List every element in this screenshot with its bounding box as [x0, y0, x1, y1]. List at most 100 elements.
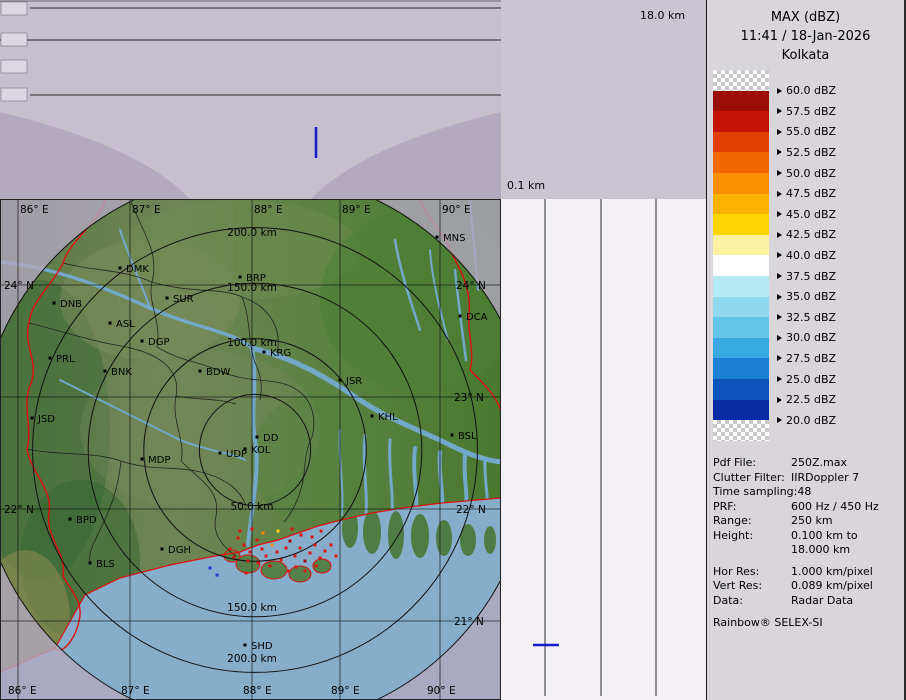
legend-swatch: [713, 91, 769, 112]
radar-echo: [280, 559, 283, 562]
info-panel: MAX (dBZ) 11:41 / 18-Jan-2026 Kolkata 60…: [706, 0, 906, 700]
radar-display[interactable]: 18.0 km 0.1 km: [0, 0, 706, 700]
range-ring-label: 200.0 km: [227, 227, 277, 239]
radar-echo: [291, 528, 294, 531]
radar-echo: [243, 544, 246, 547]
latlon-label: 88° E: [254, 204, 283, 216]
latlon-label: 22° N: [4, 504, 34, 516]
profile-min-height-label: 0.1 km: [507, 179, 545, 192]
radar-echo: [245, 572, 248, 575]
radar-echo: [324, 550, 327, 553]
legend-threshold-label: 30.0 dBZ: [777, 332, 836, 344]
city-label: BSL: [458, 431, 477, 442]
info-row: Pdf File:250Z.max: [713, 456, 904, 471]
legend-swatch-transparent: [713, 70, 769, 91]
city-dot: [69, 518, 72, 521]
info-value: Radar Data: [791, 594, 887, 609]
info-label: Clutter Filter:: [713, 471, 791, 486]
radar-echo: [330, 544, 333, 547]
latlon-label: 23° N: [454, 392, 484, 404]
city-dot: [451, 434, 454, 437]
city-dot: [166, 297, 169, 300]
reflectivity-legend: 60.0 dBZ57.5 dBZ55.0 dBZ52.5 dBZ50.0 dBZ…: [713, 70, 904, 442]
city-label: MDP: [148, 455, 170, 466]
info-row: Hor Res:1.000 km/pixel: [713, 565, 904, 580]
legend-tick-icon: [777, 149, 782, 155]
city-label: BLS: [96, 559, 115, 570]
info-label: Data:: [713, 594, 791, 609]
info-row: Vert Res:0.089 km/pixel: [713, 579, 904, 594]
radar-echo: [289, 540, 292, 543]
info-value: 0.100 km to 18.000 km: [791, 529, 887, 558]
radar-echo: [239, 530, 242, 533]
radar-echo: [309, 552, 312, 555]
range-ring-label: 50.0 km: [230, 501, 273, 513]
city-dot: [371, 415, 374, 418]
info-label: PRF:: [713, 500, 791, 515]
legend-tick-icon: [777, 191, 782, 197]
city-label: JSD: [37, 414, 55, 425]
city-dot: [49, 357, 52, 360]
radar-echo: [300, 534, 303, 537]
city-dot: [104, 370, 107, 373]
legend-tick-icon: [777, 417, 782, 423]
right-profile-panel: [501, 199, 706, 700]
legend-swatch: [713, 214, 769, 235]
legend-threshold-label: 20.0 dBZ: [777, 414, 836, 426]
info-row: Clutter Filter:IIRDoppler 7: [713, 471, 904, 486]
radar-echo: [237, 537, 240, 540]
legend-swatch: [713, 317, 769, 338]
radar-echo: [276, 551, 279, 554]
radar-echo: [229, 548, 232, 551]
city-label: DD: [263, 433, 279, 444]
info-value: IIRDoppler 7: [791, 471, 887, 486]
legend-swatch: [713, 255, 769, 276]
radar-echo: [295, 566, 298, 569]
city-label: BPD: [76, 515, 97, 526]
legend-swatch: [713, 111, 769, 132]
city-dot: [89, 562, 92, 565]
city-dot: [141, 458, 144, 461]
radar-echo: [311, 536, 314, 539]
range-ring-label: 200.0 km: [227, 653, 277, 665]
legend-swatch: [713, 400, 769, 421]
latlon-label: 89° E: [342, 204, 371, 216]
city-label: JSR: [345, 376, 362, 387]
city-dot: [459, 315, 462, 318]
legend-swatch: [713, 173, 769, 194]
city-label: MNS: [443, 233, 465, 244]
product-type-title: MAX (dBZ): [707, 8, 904, 27]
city-label: UDP: [226, 449, 247, 460]
city-label: DGH: [168, 545, 191, 556]
legend-threshold-label: 22.5 dBZ: [777, 394, 836, 406]
radar-echo: [257, 562, 260, 565]
legend-tick-icon: [777, 397, 782, 403]
city-label: DCA: [466, 312, 488, 323]
info-row: Data:Radar Data: [713, 594, 904, 609]
latlon-label: 24° N: [4, 280, 34, 292]
info-label: Vert Res:: [713, 579, 791, 594]
radar-echo: [271, 544, 274, 547]
legend-threshold-label: 27.5 dBZ: [777, 352, 836, 364]
city-dot: [239, 276, 242, 279]
legend-threshold-label: 57.5 dBZ: [777, 105, 836, 117]
radar-echo: [262, 532, 265, 535]
legend-threshold-label: 50.0 dBZ: [777, 167, 836, 179]
latlon-label: 90° E: [442, 204, 471, 216]
radar-echo: [320, 530, 323, 533]
legend-tick-icon: [777, 211, 782, 217]
map-area[interactable]: 200.0 km150.0 km100.0 km50.0 km150.0 km2…: [0, 172, 533, 700]
legend-swatch: [713, 276, 769, 297]
radar-canvas[interactable]: 18.0 km 0.1 km: [0, 0, 706, 700]
radar-echo: [319, 557, 322, 560]
info-value: 600 Hz / 450 Hz: [791, 500, 887, 515]
profile-scale-corner: 18.0 km 0.1 km: [501, 0, 706, 199]
legend-swatch: [713, 235, 769, 256]
city-label: KHL: [378, 412, 398, 423]
info-row: PRF:600 Hz / 450 Hz: [713, 500, 904, 515]
radar-echo: [261, 548, 264, 551]
radar-echo: [314, 544, 317, 547]
radar-echo: [249, 551, 252, 554]
radar-echo: [299, 547, 302, 550]
info-value: 0.089 km/pixel: [791, 579, 887, 594]
